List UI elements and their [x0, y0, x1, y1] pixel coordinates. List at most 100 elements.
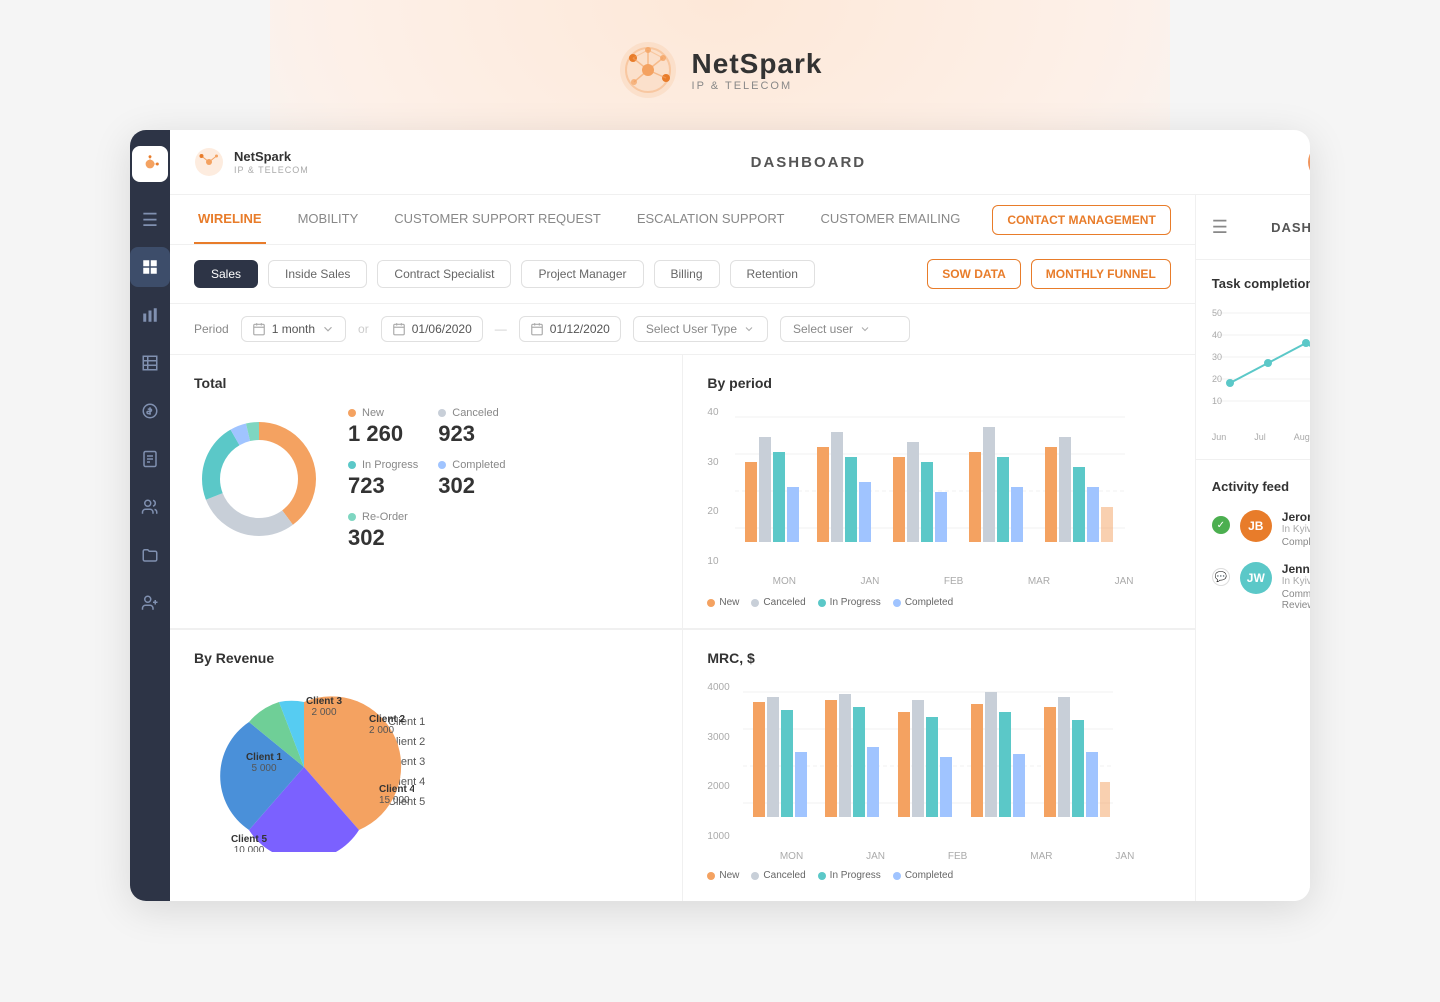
task-x-jul: Jul	[1254, 432, 1266, 442]
sidebar-icon-dashboard[interactable]	[130, 247, 170, 287]
tab-escalation[interactable]: ESCALATION SUPPORT	[633, 195, 789, 244]
task-x-labels: Jun Jul Aug Sep Oct Nov	[1212, 432, 1310, 442]
check-icon-1: ✓	[1212, 516, 1230, 534]
client2-label-svg: Client 2	[369, 714, 406, 725]
brand-name: NetSpark	[234, 149, 309, 165]
client4-value-svg: 15 000	[379, 795, 410, 806]
client2-value-svg: 2 000	[369, 725, 394, 736]
activity-body-1: Jerome Bell In Kyivstar Completed task: …	[1282, 510, 1310, 548]
brand-text: NetSpark IP & TELECOM	[234, 149, 309, 175]
by-period-section: By period 40 30 20 10	[682, 355, 1194, 628]
y-label-20: 20	[707, 506, 718, 517]
svg-text:50: 50	[1212, 308, 1222, 318]
legend-completed-label: Completed	[452, 459, 505, 471]
subtab-project-manager[interactable]: Project Manager	[521, 260, 643, 288]
legend-badge-new: New	[707, 597, 739, 608]
legend-completed-value: 302	[438, 473, 508, 499]
legend-new: New 1 260	[348, 407, 418, 447]
logo-sub: IP & TELECOM	[692, 80, 823, 92]
activity-header: Activity feed LIVE	[1212, 476, 1310, 496]
mrc-legend-progress: In Progress	[818, 870, 881, 881]
tab-mobility[interactable]: MOBILITY	[294, 195, 363, 244]
svg-text:20: 20	[1212, 374, 1222, 384]
right-panel-title: DASHBOARD	[1271, 220, 1310, 235]
right-panel-menu-icon[interactable]: ☰	[1212, 217, 1228, 238]
logo-header: NetSpark IP & TELECOM	[618, 40, 823, 100]
user-type-placeholder: Select User Type	[646, 322, 737, 336]
date-to: 01/12/2020	[550, 322, 610, 336]
mrc-legend-canceled: Canceled	[751, 870, 805, 881]
by-period-legend: New Canceled In Progress Completed	[707, 597, 1170, 608]
sidebar-icon-folder[interactable]	[130, 535, 170, 575]
user-dropdown[interactable]: Select user	[780, 316, 910, 342]
date-from-picker[interactable]: 01/06/2020	[381, 316, 483, 342]
legend-reorder-value: 302	[348, 525, 418, 551]
subtab-retention[interactable]: Retention	[730, 260, 815, 288]
pie-chart: Client 3 2 000 Client 2 2 000 Client 1 5…	[194, 682, 354, 842]
mrc-title: MRC, $	[707, 650, 1170, 666]
sidebar-icon-add-user[interactable]	[130, 583, 170, 623]
sow-data-button[interactable]: SOW DATA	[927, 259, 1021, 289]
subtab-sales[interactable]: Sales	[194, 260, 258, 288]
monthly-funnel-button[interactable]: MONTHLY FUNNEL	[1031, 259, 1171, 289]
legend-badge-completed: Completed	[893, 597, 953, 608]
subtab-inside-sales[interactable]: Inside Sales	[268, 260, 367, 288]
mrc-x-feb: FEB	[948, 851, 967, 862]
activity-item-1: ✓ JB Jerome Bell In Kyivstar Completed t…	[1212, 510, 1310, 548]
tab-emailing[interactable]: CUSTOMER EMAILING	[816, 195, 964, 244]
y-label-30: 30	[707, 457, 718, 468]
svg-text:40: 40	[1212, 330, 1222, 340]
client1-label-svg: Client 1	[246, 752, 283, 763]
mrc-x-jan1: JAN	[866, 851, 885, 862]
by-period-svg	[735, 407, 1125, 567]
client4-label-svg: Client 4	[379, 784, 414, 795]
y-label-10: 10	[707, 556, 718, 567]
mrc-y-1000: 1000	[707, 831, 729, 842]
sub-tabs: Sales Inside Sales Contract Specialist P…	[170, 245, 1195, 304]
task-chart: 50 40 30 20 10	[1212, 303, 1310, 443]
legend-badge-canceled: Canceled	[751, 597, 805, 608]
subtab-contract-specialist[interactable]: Contract Specialist	[377, 260, 511, 288]
mrc-section: MRC, $ 4000 3000 2000 1000	[682, 629, 1194, 901]
logo-name: NetSpark	[692, 48, 823, 80]
client5-value-svg: 10 000	[234, 845, 265, 852]
activity-item-2: 💬 JW Jenny Wilson In Kyivstar Commented …	[1212, 562, 1310, 611]
main-card: ☰	[130, 130, 1310, 901]
hamburger-menu-button[interactable]: ☰	[134, 202, 166, 239]
sidebar-icon-table[interactable]	[130, 343, 170, 383]
x-label-jan2: JAN	[1115, 576, 1134, 587]
by-period-chart: 40 30 20 10	[707, 407, 1170, 587]
right-panel: ☰ DASHBOARD P Task completion	[1196, 195, 1310, 901]
mrc-svg	[743, 682, 1113, 842]
period-select[interactable]: 1 month	[241, 316, 346, 342]
tab-wireline[interactable]: WIRELINE	[194, 195, 266, 244]
main-panel: WIRELINE MOBILITY CUSTOMER SUPPORT REQUE…	[170, 195, 1196, 901]
legend-completed: Completed 302	[438, 459, 508, 499]
nav-tab-actions: CONTACT MANAGEMENT	[992, 205, 1170, 235]
tab-customer-support[interactable]: CUSTOMER SUPPORT REQUEST	[390, 195, 605, 244]
mrc-y-3000: 3000	[707, 732, 729, 743]
activity-section: Activity feed LIVE ✓	[1196, 460, 1310, 901]
user-placeholder: Select user	[793, 322, 853, 336]
legend-in-progress: In Progress 723	[348, 459, 418, 499]
topbar-user: P Paul Admin	[1308, 144, 1310, 180]
client1-value-svg: 5 000	[251, 763, 276, 774]
date-to-picker[interactable]: 01/12/2020	[519, 316, 621, 342]
sidebar: ☰	[130, 130, 170, 901]
sidebar-icon-users[interactable]	[130, 487, 170, 527]
client5-label-svg: Client 5	[231, 834, 268, 845]
mrc-y-4000: 4000	[707, 682, 729, 693]
activity-text-2: Commented on task: Review	[1282, 589, 1310, 611]
sidebar-icon-chart[interactable]	[130, 295, 170, 335]
sidebar-icon-notes[interactable]	[130, 439, 170, 479]
sidebar-logo	[132, 146, 168, 182]
activity-avatar-2: JW	[1240, 562, 1272, 594]
y-label-40: 40	[707, 407, 718, 418]
user-type-dropdown[interactable]: Select User Type	[633, 316, 768, 342]
client3-label: Client 3	[306, 696, 343, 707]
subtab-billing[interactable]: Billing	[654, 260, 720, 288]
task-section: Task completion 50 40	[1196, 260, 1310, 460]
y-axis-labels: 40 30 20 10	[707, 407, 718, 567]
sidebar-icon-dollar[interactable]	[130, 391, 170, 431]
contact-management-button[interactable]: CONTACT MANAGEMENT	[992, 205, 1170, 235]
